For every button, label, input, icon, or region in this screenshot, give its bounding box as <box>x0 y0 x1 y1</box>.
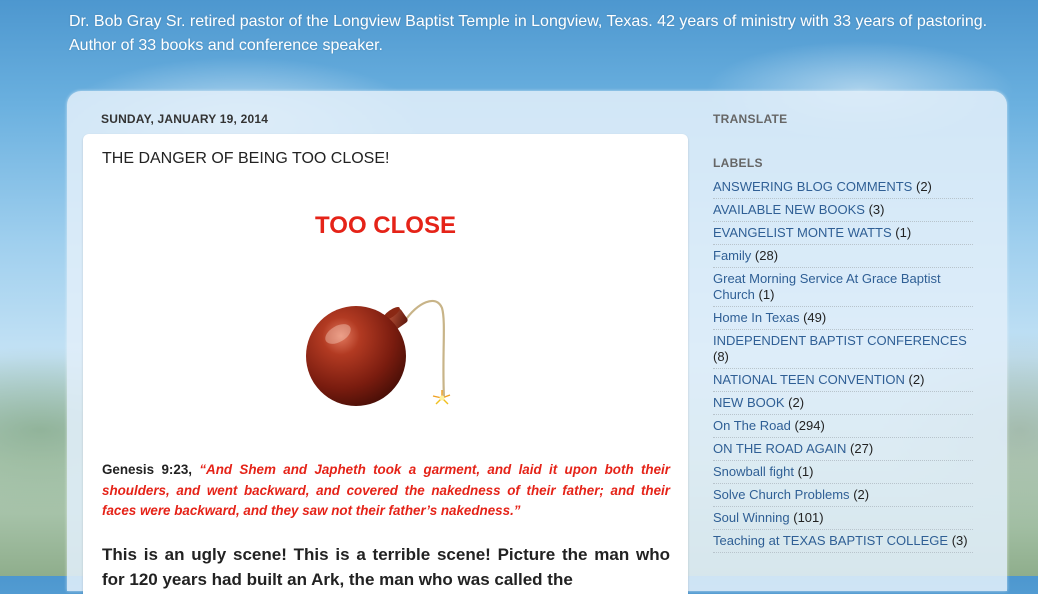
post-heading: TOO CLOSE <box>315 212 456 239</box>
label-link[interactable]: Soul Winning <box>713 510 790 525</box>
label-link[interactable]: Home In Texas <box>713 310 799 325</box>
list-item: ON THE ROAD AGAIN (27) <box>713 438 973 461</box>
label-count: (27) <box>850 441 874 456</box>
label-link[interactable]: INDEPENDENT BAPTIST CONFERENCES <box>713 333 967 348</box>
label-link[interactable]: AVAILABLE NEW BOOKS <box>713 202 865 217</box>
labels-widget-title: LABELS <box>713 156 763 170</box>
label-count: (294) <box>794 418 825 433</box>
list-item: Soul Winning (101) <box>713 507 973 530</box>
list-item: INDEPENDENT BAPTIST CONFERENCES (8) <box>713 330 973 369</box>
label-link[interactable]: NATIONAL TEEN CONVENTION <box>713 372 905 387</box>
label-link[interactable]: ON THE ROAD AGAIN <box>713 441 846 456</box>
list-item: Family (28) <box>713 245 973 268</box>
post-title[interactable]: THE DANGER OF BEING TOO CLOSE! <box>102 150 389 168</box>
label-link[interactable]: Great Morning Service At Grace Baptist C… <box>713 271 941 302</box>
label-count: (49) <box>803 310 827 325</box>
label-link[interactable]: Solve Church Problems <box>713 487 850 502</box>
list-item: Solve Church Problems (2) <box>713 484 973 507</box>
label-count: (2) <box>853 487 870 502</box>
label-link[interactable]: Family <box>713 248 751 263</box>
label-link[interactable]: NEW BOOK <box>713 395 785 410</box>
list-item: NEW BOOK (2) <box>713 392 973 415</box>
post-body: This is an ugly scene! This is a terribl… <box>102 545 670 589</box>
list-item: On The Road (294) <box>713 415 973 438</box>
bomb-icon <box>296 294 476 406</box>
label-count: (2) <box>908 372 925 387</box>
list-item: AVAILABLE NEW BOOKS (3) <box>713 199 973 222</box>
label-count: (1) <box>797 464 814 479</box>
list-item: Home In Texas (49) <box>713 307 973 330</box>
list-item: Teaching at TEXAS BAPTIST COLLEGE (3) <box>713 530 973 553</box>
label-count: (2) <box>788 395 805 410</box>
label-count: (28) <box>754 248 779 263</box>
label-link[interactable]: EVANGELIST MONTE WATTS <box>713 225 892 240</box>
label-count: (3) <box>951 533 968 548</box>
scripture-passage: Genesis 9:23, “And Shem and Japheth took… <box>102 460 670 522</box>
label-link[interactable]: ANSWERING BLOG COMMENTS <box>713 179 912 194</box>
label-count: (1) <box>758 287 775 302</box>
list-item: Great Morning Service At Grace Baptist C… <box>713 268 973 307</box>
blog-post: THE DANGER OF BEING TOO CLOSE! TOO CLOSE <box>83 134 688 594</box>
list-item: EVANGELIST MONTE WATTS (1) <box>713 222 973 245</box>
label-count: (8) <box>713 349 729 364</box>
post-date: SUNDAY, JANUARY 19, 2014 <box>101 112 269 126</box>
scripture-reference: Genesis 9:23, <box>102 462 200 477</box>
label-link[interactable]: Snowball fight <box>713 464 794 479</box>
label-count: (1) <box>895 225 912 240</box>
label-count: (101) <box>793 510 824 525</box>
label-link[interactable]: On The Road <box>713 418 791 433</box>
label-count: (2) <box>915 179 932 194</box>
label-link[interactable]: Teaching at TEXAS BAPTIST COLLEGE <box>713 533 948 548</box>
blog-description: Dr. Bob Gray Sr. retired pastor of the L… <box>69 13 988 54</box>
label-count: (3) <box>868 202 885 217</box>
list-item: Snowball fight (1) <box>713 461 973 484</box>
list-item: NATIONAL TEEN CONVENTION (2) <box>713 369 973 392</box>
translate-widget-title: TRANSLATE <box>713 112 788 126</box>
labels-list: ANSWERING BLOG COMMENTS (2) AVAILABLE NE… <box>713 176 973 553</box>
list-item: ANSWERING BLOG COMMENTS (2) <box>713 176 973 199</box>
